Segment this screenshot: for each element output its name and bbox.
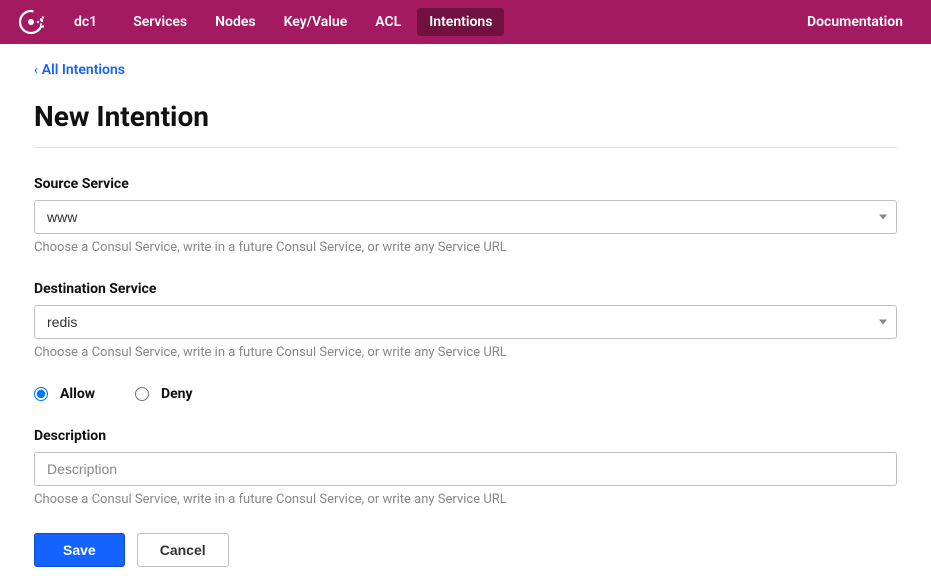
destination-service-label: Destination Service	[34, 281, 897, 297]
action-radio-group: Allow Deny	[34, 386, 897, 402]
description-group: Description Choose a Consul Service, wri…	[34, 428, 897, 507]
destination-service-helper: Choose a Consul Service, write in a futu…	[34, 345, 897, 360]
deny-radio[interactable]	[135, 387, 149, 401]
nav-key-value[interactable]: Key/Value	[272, 8, 360, 36]
destination-service-select-wrapper	[34, 305, 897, 339]
source-service-select-wrapper	[34, 200, 897, 234]
breadcrumb-label: All Intentions	[42, 62, 125, 78]
navbar: dc1 Services Nodes Key/Value ACL Intenti…	[0, 0, 931, 44]
source-service-select[interactable]	[34, 200, 897, 234]
nav-intentions[interactable]: Intentions	[417, 8, 504, 36]
allow-label[interactable]: Allow	[60, 386, 95, 402]
description-helper: Choose a Consul Service, write in a futu…	[34, 492, 897, 507]
breadcrumb-all-intentions[interactable]: ‹ All Intentions	[34, 62, 125, 78]
nav-items: dc1 Services Nodes Key/Value ACL Intenti…	[62, 8, 795, 36]
allow-radio[interactable]	[34, 387, 48, 401]
destination-service-select[interactable]	[34, 305, 897, 339]
nav-documentation[interactable]: Documentation	[795, 8, 915, 36]
save-button[interactable]: Save	[34, 533, 125, 567]
content: ‹ All Intentions New Intention Source Se…	[0, 44, 931, 585]
allow-radio-item: Allow	[34, 386, 95, 402]
title-divider	[34, 147, 897, 148]
destination-service-group: Destination Service Choose a Consul Serv…	[34, 281, 897, 360]
nav-services[interactable]: Services	[121, 8, 199, 36]
description-label: Description	[34, 428, 897, 444]
chevron-left-icon: ‹	[34, 63, 38, 77]
source-service-helper: Choose a Consul Service, write in a futu…	[34, 240, 897, 255]
source-service-group: Source Service Choose a Consul Service, …	[34, 176, 897, 255]
description-input[interactable]	[34, 452, 897, 486]
source-service-label: Source Service	[34, 176, 897, 192]
deny-label[interactable]: Deny	[161, 386, 193, 402]
cancel-button[interactable]: Cancel	[137, 533, 229, 567]
page-title: New Intention	[34, 100, 897, 133]
consul-logo[interactable]	[16, 7, 46, 37]
nav-acl[interactable]: ACL	[363, 8, 413, 36]
nav-datacenter[interactable]: dc1	[62, 8, 109, 36]
deny-radio-item: Deny	[135, 386, 193, 402]
nav-nodes[interactable]: Nodes	[203, 8, 267, 36]
button-row: Save Cancel	[34, 533, 897, 567]
